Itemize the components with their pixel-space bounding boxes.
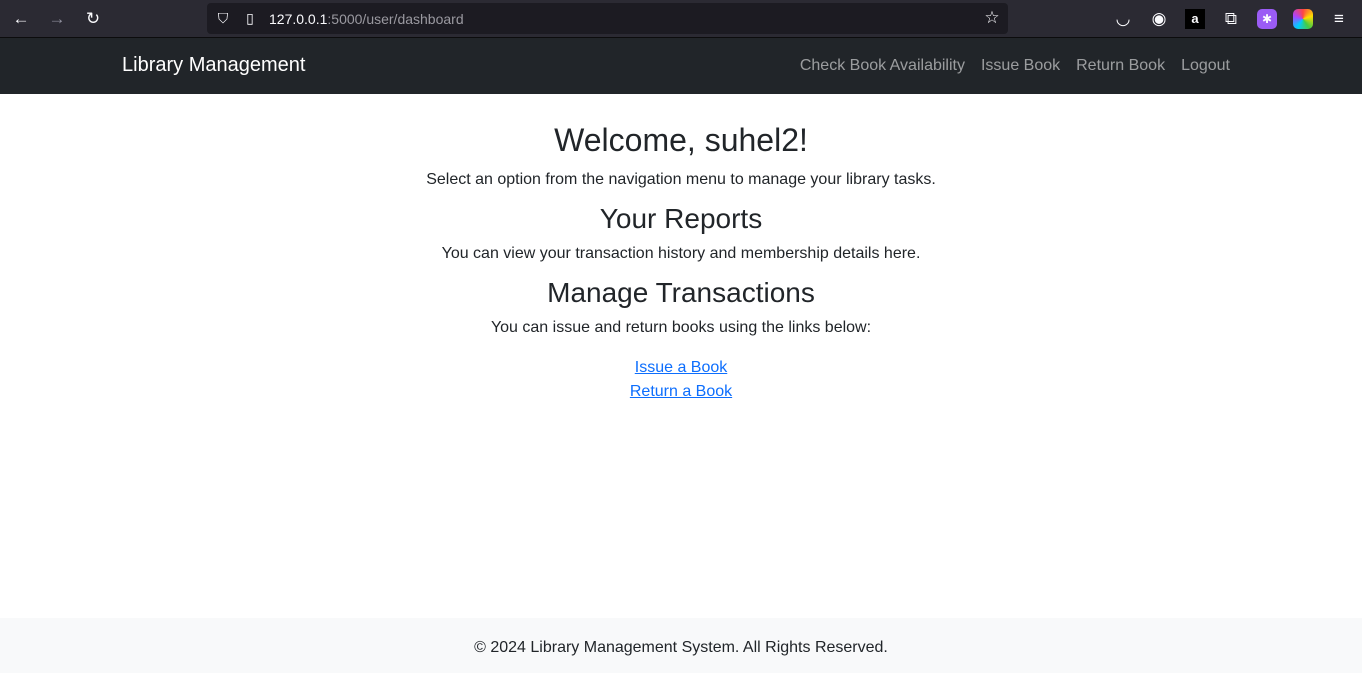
amazon-icon[interactable]: a [1185, 9, 1205, 29]
pocket-icon[interactable]: ◡ [1113, 9, 1133, 29]
nav-issue-book[interactable]: Issue Book [981, 57, 1060, 75]
extension-color-icon[interactable] [1293, 9, 1313, 29]
issue-book-link[interactable]: Issue a Book [635, 356, 728, 380]
reports-text: You can view your transaction history an… [441, 245, 921, 262]
brand[interactable]: Library Management [122, 54, 305, 77]
manage-heading: Manage Transactions [547, 277, 815, 308]
navbar: Library Management Check Book Availabili… [0, 38, 1362, 94]
nav-check-availability[interactable]: Check Book Availability [800, 57, 965, 75]
footer-text: © 2024 Library Management System. All Ri… [474, 639, 888, 656]
reload-icon[interactable]: ↻ [83, 9, 103, 29]
back-icon[interactable]: ← [11, 9, 31, 29]
page-icon: ▯ [246, 10, 254, 26]
nav-return-book[interactable]: Return Book [1076, 57, 1165, 75]
extensions-icon[interactable]: ⧉ [1221, 9, 1241, 29]
nav-logout[interactable]: Logout [1181, 57, 1230, 75]
manage-text: You can issue and return books using the… [490, 319, 872, 336]
return-book-link[interactable]: Return a Book [630, 380, 732, 404]
address-bar[interactable]: ⛉ ▯ 127.0.0.1:5000/user/dashboard ☆ [207, 3, 1008, 34]
forward-icon[interactable]: → [47, 9, 67, 29]
extension-purple-icon[interactable]: ✱ [1257, 9, 1277, 29]
url-text[interactable]: 127.0.0.1:5000/user/dashboard [269, 11, 464, 27]
welcome-heading: Welcome, suhel2! [554, 122, 808, 158]
browser-toolbar: ← → ↻ ⛉ ▯ 127.0.0.1:5000/user/dashboard … [0, 0, 1362, 38]
main-content: Welcome, suhel2! Select an option from t… [0, 122, 1362, 404]
menu-icon[interactable]: ≡ [1329, 9, 1349, 29]
account-icon[interactable]: ◉ [1149, 9, 1169, 29]
reports-heading: Your Reports [599, 203, 763, 234]
shield-icon[interactable]: ⛉ [213, 8, 233, 28]
intro-text: Select an option from the navigation men… [426, 171, 936, 188]
footer: © 2024 Library Management System. All Ri… [0, 618, 1362, 673]
star-icon[interactable]: ☆ [982, 8, 1002, 28]
